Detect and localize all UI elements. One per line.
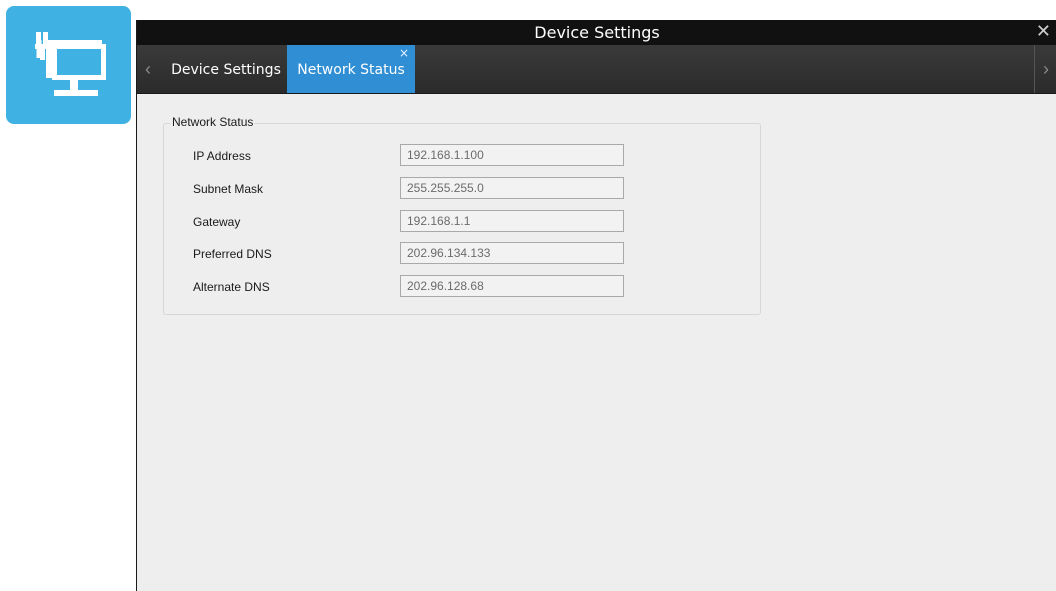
tab-label: Network Status [297, 62, 405, 78]
tab-bar: ‹ Device Settings Network Status × › [137, 45, 1056, 94]
chevron-left-icon[interactable]: ‹ [137, 45, 159, 93]
tab-network-status[interactable]: Network Status × [287, 45, 415, 93]
tab-label: Device Settings [171, 62, 281, 78]
field-label: IP Address [193, 149, 251, 163]
preferred-dns-row: Preferred DNS 202.96.134.133 [164, 242, 760, 266]
alternate-dns-field[interactable]: 202.96.128.68 [400, 275, 624, 297]
ip-address-row: IP Address 192.168.1.100 [164, 144, 760, 168]
tab-device-settings[interactable]: Device Settings [167, 45, 285, 93]
tab-close-icon[interactable]: × [399, 28, 409, 78]
preferred-dns-field[interactable]: 202.96.134.133 [400, 242, 624, 264]
ip-address-field[interactable]: 192.168.1.100 [400, 144, 624, 166]
network-monitor-icon[interactable] [6, 6, 131, 124]
field-label: Preferred DNS [193, 247, 272, 261]
close-icon[interactable]: ✕ [1036, 21, 1051, 42]
chevron-right-icon[interactable]: › [1034, 45, 1056, 93]
gateway-field[interactable]: 192.168.1.1 [400, 210, 624, 232]
subnet-mask-row: Subnet Mask 255.255.255.0 [164, 177, 760, 201]
monitor-antenna-glyph [35, 32, 106, 96]
alternate-dns-row: Alternate DNS 202.96.128.68 [164, 275, 760, 299]
field-label: Alternate DNS [193, 280, 270, 294]
title-bar: Device Settings ✕ [137, 20, 1056, 45]
network-status-group: Network Status IP Address 192.168.1.100 … [163, 115, 761, 315]
group-label: Network Status [170, 115, 256, 129]
device-settings-window: Device Settings ✕ ‹ Device Settings Netw… [136, 20, 1056, 591]
field-label: Gateway [193, 215, 241, 229]
subnet-mask-field[interactable]: 255.255.255.0 [400, 177, 624, 199]
gateway-row: Gateway 192.168.1.1 [164, 210, 760, 234]
window-title: Device Settings [534, 23, 660, 42]
field-label: Subnet Mask [193, 182, 264, 196]
